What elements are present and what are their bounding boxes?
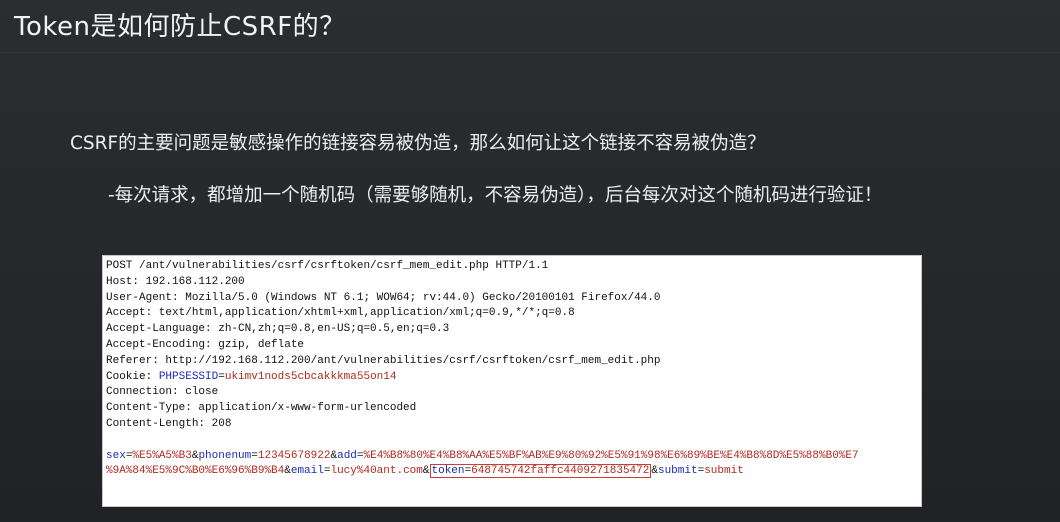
accept-language-header: Accept-Language: zh-CN,zh;q=0.8,en-US;q=… [106, 323, 450, 336]
accept-header: Accept: text/html,application/xhtml+xml,… [106, 307, 575, 320]
accept-encoding-header: Accept-Encoding: gzip, deflate [106, 338, 305, 351]
param-token-value: 648745742faffc4409271835472 [471, 465, 650, 478]
body-line-1: sex=%E5%A5%B3&phonenum=12345678922&add=%… [106, 449, 859, 462]
param-add-value-part2: %9A%84%E5%9C%B0%E6%96%B9%B4 [106, 465, 285, 478]
user-agent-header: User-Agent: Mozilla/5.0 (Windows NT 6.1;… [106, 291, 661, 304]
cookie-name: PHPSESSID [158, 370, 219, 383]
param-submit-name: submit [657, 465, 698, 478]
connection-header: Connection: close [106, 386, 219, 399]
param-email-value: lucy%40ant.com [330, 465, 423, 478]
param-sex-value: %E5%A5%B3 [132, 449, 192, 462]
slide-title: Token是如何防止CSRF的？ [14, 12, 346, 42]
answer-text: -每次请求，都增加一个随机码（需要够随机，不容易伪造），后台每次对这个随机码进行… [108, 185, 883, 206]
param-token-name: token [431, 465, 465, 478]
host-header: Host: 192.168.112.200 [106, 275, 245, 288]
param-submit-value: submit [704, 465, 744, 478]
http-request-screenshot: POST /ant/vulnerabilities/csrf/csrftoken… [102, 255, 922, 507]
title-divider [0, 52, 1060, 53]
cookie-header: Cookie: PHPSESSID=ukimv1nods5cbcakkkma55… [106, 370, 397, 383]
param-add-value-part1: %E4%B8%80%E4%B8%AA%E5%BF%AB%E9%80%92%E5%… [363, 449, 859, 462]
slide: Token是如何防止CSRF的？ CSRF的主要问题是敏感操作的链接容易被伪造，… [0, 0, 1060, 522]
question-text: CSRF的主要问题是敏感操作的链接容易被伪造，那么如何让这个链接不容易被伪造？ [70, 133, 766, 154]
body-line-2: %9A%84%E5%9C%B0%E6%96%B9%B4&email=lucy%4… [106, 464, 744, 479]
param-sex-name: sex [106, 449, 126, 462]
referer-header: Referer: http://192.168.112.200/ant/vuln… [106, 354, 661, 367]
param-email-name: email [290, 465, 324, 478]
param-phone-value: 12345678922 [257, 449, 331, 462]
request-line: POST /ant/vulnerabilities/csrf/csrftoken… [106, 260, 549, 272]
cookie-label: Cookie: [106, 370, 159, 383]
content-length-header: Content-Length: 208 [106, 417, 232, 430]
cookie-value: ukimv1nods5cbcakkkma55on14 [224, 370, 397, 383]
token-highlight-box: token=648745742faffc4409271835472 [429, 464, 652, 479]
param-phone-name: phonenum [198, 449, 252, 462]
param-add-name: add [337, 449, 357, 462]
content-type-header: Content-Type: application/x-www-form-url… [106, 402, 417, 415]
